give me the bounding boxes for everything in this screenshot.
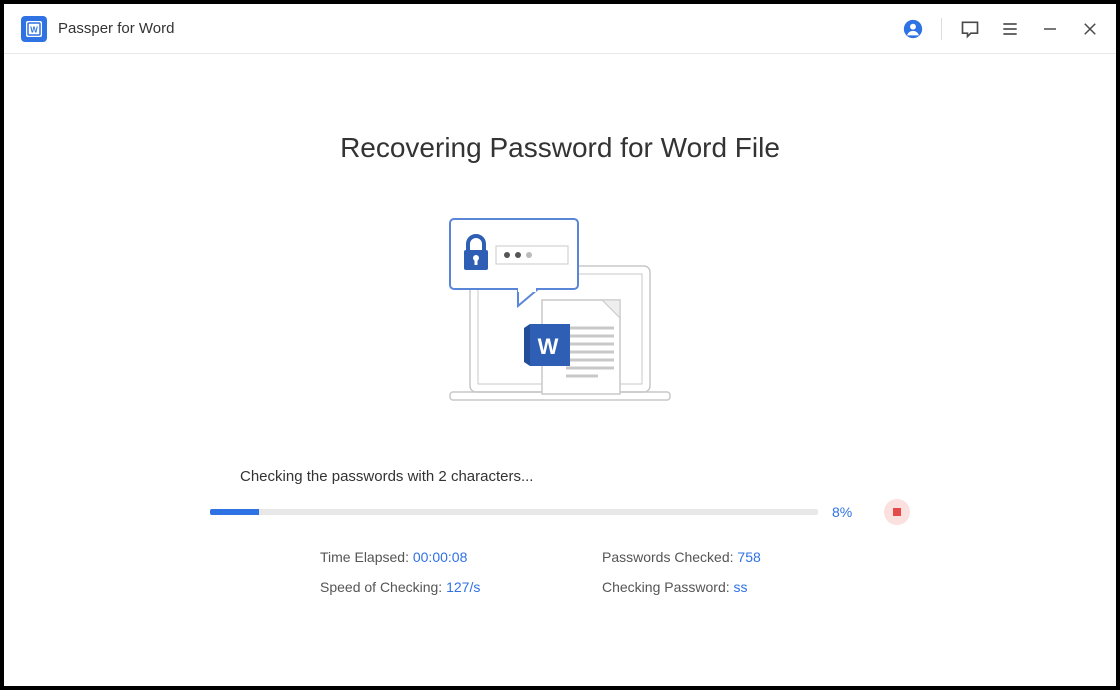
svg-text:W: W: [538, 334, 559, 359]
close-icon[interactable]: [1078, 17, 1102, 41]
progress-row: 8%: [210, 499, 910, 525]
main-content: Recovering Password for Word File: [4, 54, 1116, 686]
menu-icon[interactable]: [998, 17, 1022, 41]
stat-checking-password: Checking Password: ss: [602, 579, 864, 595]
titlebar-icons: [901, 17, 1102, 41]
progress-fill: [210, 509, 259, 515]
app-title: Passper for Word: [58, 20, 901, 37]
stat-label: Speed of Checking:: [320, 579, 446, 595]
stat-passwords-checked: Passwords Checked: 758: [602, 549, 864, 565]
stat-label: Time Elapsed:: [320, 549, 413, 565]
progress-percent: 8%: [832, 504, 862, 520]
stats-grid: Time Elapsed: 00:00:08 Passwords Checked…: [256, 549, 864, 595]
status-text: Checking the passwords with 2 characters…: [240, 468, 880, 485]
stat-value: ss: [734, 579, 748, 595]
page-title: Recovering Password for Word File: [340, 132, 780, 164]
stat-value: 758: [737, 549, 760, 565]
minimize-icon[interactable]: [1038, 17, 1062, 41]
stat-label: Passwords Checked:: [602, 549, 737, 565]
titlebar: W Passper for Word: [4, 4, 1116, 54]
illustration: W: [430, 216, 690, 406]
progress-bar: [210, 509, 818, 515]
app-window: W Passper for Word: [4, 4, 1116, 686]
feedback-icon[interactable]: [958, 17, 982, 41]
stop-button[interactable]: [884, 499, 910, 525]
stat-time-elapsed: Time Elapsed: 00:00:08: [320, 549, 582, 565]
stat-label: Checking Password:: [602, 579, 734, 595]
svg-text:W: W: [30, 25, 38, 34]
app-logo-icon: W: [20, 15, 48, 43]
stat-value: 127/s: [446, 579, 480, 595]
account-icon[interactable]: [901, 17, 925, 41]
stat-speed: Speed of Checking: 127/s: [320, 579, 582, 595]
titlebar-divider: [941, 18, 942, 40]
stat-value: 00:00:08: [413, 549, 468, 565]
stop-icon: [893, 508, 901, 516]
